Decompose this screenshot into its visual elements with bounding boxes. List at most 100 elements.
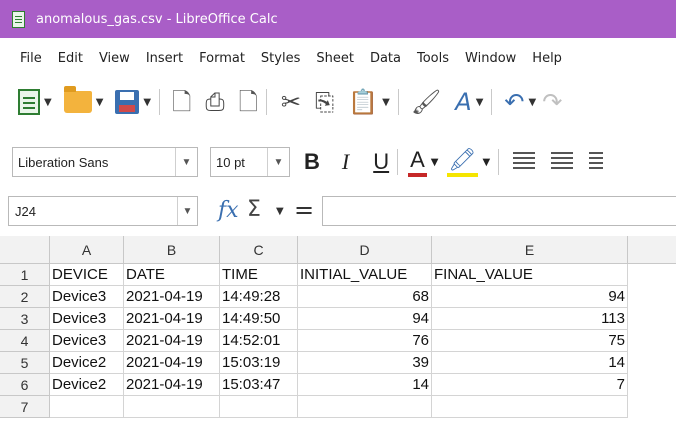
chevron-down-icon[interactable]: ▼ [529,97,537,108]
cell-e1[interactable]: FINAL_VALUE [432,264,628,286]
chevron-down-icon[interactable]: ▼ [482,157,490,168]
new-button[interactable]: ▼ [18,84,52,120]
row-header-5[interactable]: 5 [0,352,50,374]
cell-c2[interactable]: 14:49:28 [220,286,298,308]
cell-e5[interactable]: 14 [432,352,628,374]
row-header-3[interactable]: 3 [0,308,50,330]
menu-window[interactable]: Window [465,51,516,66]
cell-d4[interactable]: 76 [298,330,432,352]
menu-format[interactable]: Format [199,51,245,66]
sum-icon[interactable]: Σ [247,197,261,222]
cell-c4[interactable]: 14:52:01 [220,330,298,352]
formula-input[interactable] [322,196,676,226]
chevron-down-icon[interactable]: ▼ [143,97,151,108]
cell-c1[interactable]: TIME [220,264,298,286]
cell-a7[interactable] [50,396,124,418]
cell-e4[interactable]: 75 [432,330,628,352]
column-header-empty[interactable] [628,236,676,264]
menu-sheet[interactable]: Sheet [316,51,354,66]
cell-a5[interactable]: Device2 [50,352,124,374]
cell-b7[interactable] [124,396,220,418]
menu-styles[interactable]: Styles [261,51,300,66]
underline-button[interactable]: U [373,146,389,178]
column-header-a[interactable]: A [50,236,124,264]
chevron-down-icon[interactable]: ▼ [276,206,284,217]
menu-data[interactable]: Data [370,51,401,66]
cell-d2[interactable]: 68 [298,286,432,308]
cell-a4[interactable]: Device3 [50,330,124,352]
cell-d3[interactable]: 94 [298,308,432,330]
menu-view[interactable]: View [99,51,130,66]
font-color-button[interactable]: A ▼ [408,146,439,178]
cell-e2[interactable]: 94 [432,286,628,308]
menu-insert[interactable]: Insert [146,51,183,66]
cell-b6[interactable]: 2021-04-19 [124,374,220,396]
menu-help[interactable]: Help [532,51,562,66]
chevron-down-icon[interactable]: ▼ [96,97,104,108]
menu-edit[interactable]: Edit [58,51,83,66]
cell-b2[interactable]: 2021-04-19 [124,286,220,308]
chevron-down-icon[interactable]: ▼ [267,148,289,176]
name-box[interactable]: J24 ▼ [8,196,198,226]
row-header-6[interactable]: 6 [0,374,50,396]
clone-formatting-button[interactable]: 🖌 [411,84,441,120]
cell-b5[interactable]: 2021-04-19 [124,352,220,374]
cell-a3[interactable]: Device3 [50,308,124,330]
chevron-down-icon[interactable]: ▼ [476,97,484,108]
cut-button[interactable]: ✂ [281,84,301,120]
print-button[interactable]: ⎙ [205,84,224,120]
column-header-e[interactable]: E [432,236,628,264]
cell-d1[interactable]: INITIAL_VALUE [298,264,432,286]
chevron-down-icon[interactable]: ▼ [431,157,439,168]
align-right-button[interactable] [589,146,604,178]
column-header-c[interactable]: C [220,236,298,264]
highlight-color-button[interactable]: 🖍 ▼ [446,146,490,178]
row-header-4[interactable]: 4 [0,330,50,352]
chevron-down-icon[interactable]: ▼ [44,97,52,108]
cell-c5[interactable]: 15:03:19 [220,352,298,374]
column-header-b[interactable]: B [124,236,220,264]
chevron-down-icon[interactable]: ▼ [177,197,197,225]
row-header-1[interactable]: 1 [0,264,50,286]
font-size-box[interactable]: 10 pt ▼ [210,147,290,177]
row-header-7[interactable]: 7 [0,396,50,418]
cell-b3[interactable]: 2021-04-19 [124,308,220,330]
cell-d6[interactable]: 14 [298,374,432,396]
align-left-button[interactable] [513,146,536,178]
cell-e3[interactable]: 113 [432,308,628,330]
formula-icon[interactable]: = [294,196,314,224]
cell-c7[interactable] [220,396,298,418]
cell-e6[interactable]: 7 [432,374,628,396]
function-wizard-icon[interactable]: fx [218,198,239,223]
clear-formatting-button[interactable]: A ▼ [455,84,483,120]
cell-c6[interactable]: 15:03:47 [220,374,298,396]
save-button[interactable]: ▼ [115,84,151,120]
italic-button[interactable]: I [342,146,349,178]
open-button[interactable]: ▼ [63,84,104,120]
bold-button[interactable]: B [304,146,320,178]
redo-button[interactable]: ↷ [542,84,562,120]
cell-c3[interactable]: 14:49:50 [220,308,298,330]
menu-file[interactable]: File [20,51,42,66]
row-header-2[interactable]: 2 [0,286,50,308]
cell-a6[interactable]: Device2 [50,374,124,396]
cell-a1[interactable]: DEVICE [50,264,124,286]
column-header-d[interactable]: D [298,236,432,264]
align-center-button[interactable] [551,146,574,178]
paste-button[interactable]: 📋 ▼ [348,84,390,120]
undo-button[interactable]: ↶ ▼ [504,84,536,120]
font-name-box[interactable]: Liberation Sans ▼ [12,147,198,177]
menu-tools[interactable]: Tools [417,51,449,66]
select-all-corner[interactable] [0,236,50,264]
cell-d5[interactable]: 39 [298,352,432,374]
cell-e7[interactable] [432,396,628,418]
chevron-down-icon[interactable]: ▼ [175,148,197,176]
print-preview-button[interactable]: 🗋 [239,84,258,120]
copy-button[interactable]: ⎘ [315,84,334,120]
cell-b4[interactable]: 2021-04-19 [124,330,220,352]
cell-d7[interactable] [298,396,432,418]
spreadsheet-grid[interactable]: A B C D E 1 2 3 4 5 6 7 DEVICE DATE TIME… [0,236,676,434]
cell-a2[interactable]: Device3 [50,286,124,308]
cell-b1[interactable]: DATE [124,264,220,286]
export-pdf-button[interactable]: 🗋 [172,84,191,120]
